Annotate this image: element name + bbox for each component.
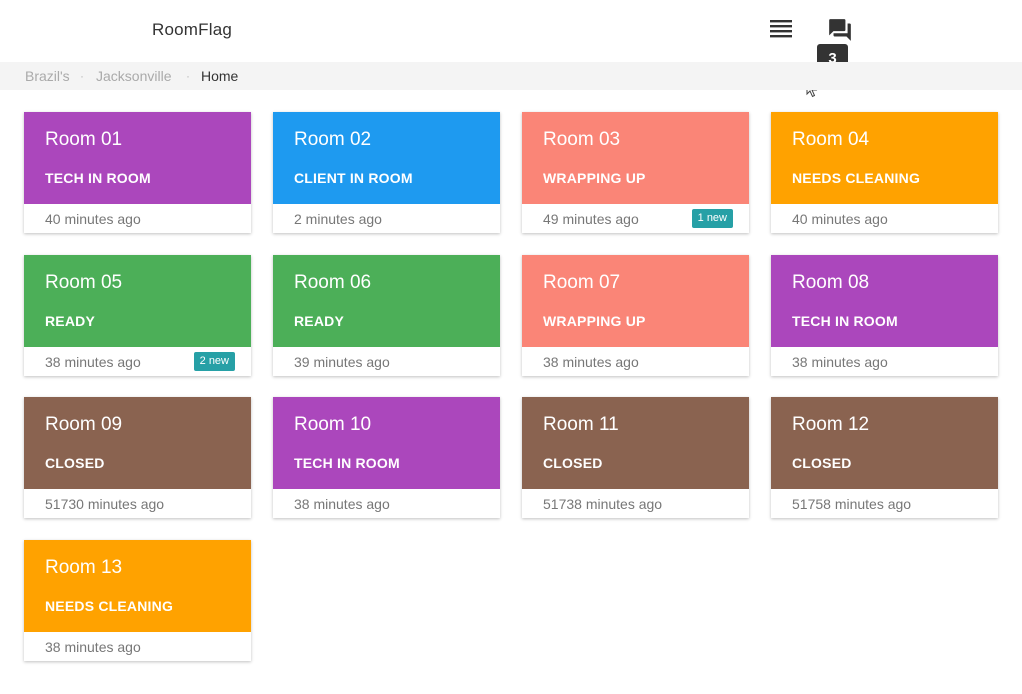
room-card-header: Room 09 CLOSED — [24, 397, 251, 489]
room-card[interactable]: Room 01 TECH IN ROOM 40 minutes ago — [24, 112, 251, 233]
room-card-footer: 38 minutes ago 2 new — [24, 347, 251, 376]
room-status: NEEDS CLEANING — [792, 170, 921, 186]
room-status: READY — [45, 313, 96, 329]
room-time: 51758 minutes ago — [792, 496, 912, 512]
room-card-footer: 2 minutes ago — [273, 204, 500, 233]
room-status: READY — [294, 313, 345, 329]
breadcrumb: Brazil's · Jacksonville · Home — [0, 62, 1022, 90]
room-name: Room 06 — [294, 272, 372, 293]
room-status: CLOSED — [543, 455, 603, 471]
room-status: WRAPPING UP — [543, 170, 646, 186]
room-card-header: Room 05 READY — [24, 255, 251, 347]
room-time: 38 minutes ago — [294, 496, 390, 512]
room-name: Room 13 — [45, 557, 123, 578]
breadcrumb-separator: · — [80, 69, 84, 83]
breadcrumb-item-jacksonville[interactable]: Jacksonville — [96, 62, 171, 90]
room-time: 38 minutes ago — [45, 639, 141, 655]
breadcrumb-separator: · — [186, 69, 190, 83]
room-card[interactable]: Room 10 TECH IN ROOM 38 minutes ago — [273, 397, 500, 518]
room-time: 40 minutes ago — [792, 211, 888, 227]
room-card-header: Room 12 CLOSED — [771, 397, 998, 489]
room-card-header: Room 04 NEEDS CLEANING — [771, 112, 998, 204]
room-card[interactable]: Room 02 CLIENT IN ROOM 2 minutes ago — [273, 112, 500, 233]
room-card-header: Room 13 NEEDS CLEANING — [24, 540, 251, 632]
room-time: 51738 minutes ago — [543, 496, 663, 512]
room-time: 40 minutes ago — [45, 211, 141, 227]
room-card-header: Room 11 CLOSED — [522, 397, 749, 489]
room-status: CLIENT IN ROOM — [294, 170, 413, 186]
room-status: WRAPPING UP — [543, 313, 646, 329]
room-name: Room 01 — [45, 129, 123, 150]
room-name: Room 11 — [543, 414, 619, 435]
room-time: 38 minutes ago — [543, 354, 639, 370]
room-time: 2 minutes ago — [294, 211, 382, 227]
room-card[interactable]: Room 05 READY 38 minutes ago 2 new — [24, 255, 251, 376]
room-name: Room 05 — [45, 272, 123, 293]
room-name: Room 04 — [792, 129, 870, 150]
top-bar: RoomFlag 3 — [0, 0, 1022, 74]
room-name: Room 10 — [294, 414, 372, 435]
app-title: RoomFlag — [152, 20, 233, 39]
new-messages-badge: 1 new — [691, 209, 733, 228]
room-name: Room 03 — [543, 129, 621, 150]
room-time: 38 minutes ago — [45, 354, 141, 370]
room-status: NEEDS CLEANING — [45, 598, 174, 614]
room-time: 38 minutes ago — [792, 354, 888, 370]
room-card-footer: 49 minutes ago 1 new — [522, 204, 749, 233]
room-card[interactable]: Room 09 CLOSED 51730 minutes ago — [24, 397, 251, 518]
room-card-footer: 40 minutes ago — [771, 204, 998, 233]
room-time: 39 minutes ago — [294, 354, 390, 370]
breadcrumb-item-home: Home — [201, 68, 239, 84]
room-card-footer: 40 minutes ago — [24, 204, 251, 233]
room-card-footer: 51738 minutes ago — [522, 489, 749, 518]
forum-icon[interactable] — [827, 17, 853, 43]
room-card[interactable]: Room 11 CLOSED 51738 minutes ago — [522, 397, 749, 518]
room-status: TECH IN ROOM — [792, 313, 898, 329]
room-card-footer: 39 minutes ago — [273, 347, 500, 376]
room-card-footer: 38 minutes ago — [24, 632, 251, 661]
room-status: TECH IN ROOM — [45, 170, 151, 186]
room-card-footer: 38 minutes ago — [273, 489, 500, 518]
room-status: CLOSED — [792, 455, 852, 471]
new-messages-badge: 2 new — [193, 352, 235, 371]
room-name: Room 08 — [792, 272, 870, 293]
room-time: 49 minutes ago — [543, 211, 639, 227]
room-card[interactable]: Room 07 WRAPPING UP 38 minutes ago — [522, 255, 749, 376]
room-card[interactable]: Room 13 NEEDS CLEANING 38 minutes ago — [24, 540, 251, 661]
room-name: Room 09 — [45, 414, 123, 435]
room-card-header: Room 08 TECH IN ROOM — [771, 255, 998, 347]
room-card[interactable]: Room 03 WRAPPING UP 49 minutes ago 1 new — [522, 112, 749, 233]
room-card-header: Room 03 WRAPPING UP — [522, 112, 749, 204]
room-time: 51730 minutes ago — [45, 496, 165, 512]
room-card-footer: 51730 minutes ago — [24, 489, 251, 518]
room-card-header: Room 01 TECH IN ROOM — [24, 112, 251, 204]
breadcrumb-item-brazils[interactable]: Brazil's — [25, 62, 70, 90]
room-card-footer: 38 minutes ago — [771, 347, 998, 376]
room-status: TECH IN ROOM — [294, 455, 400, 471]
room-card-header: Room 02 CLIENT IN ROOM — [273, 112, 500, 204]
room-card[interactable]: Room 08 TECH IN ROOM 38 minutes ago — [771, 255, 998, 376]
room-card[interactable]: Room 06 READY 39 minutes ago — [273, 255, 500, 376]
room-card-footer: 38 minutes ago — [522, 347, 749, 376]
room-status: CLOSED — [45, 455, 105, 471]
room-card-header: Room 06 READY — [273, 255, 500, 347]
room-card[interactable]: Room 12 CLOSED 51758 minutes ago — [771, 397, 998, 518]
room-name: Room 07 — [543, 272, 621, 293]
room-card-footer: 51758 minutes ago — [771, 489, 998, 518]
room-card-header: Room 07 WRAPPING UP — [522, 255, 749, 347]
room-name: Room 12 — [792, 414, 870, 435]
list-icon[interactable] — [770, 20, 792, 38]
room-card-header: Room 10 TECH IN ROOM — [273, 397, 500, 489]
room-name: Room 02 — [294, 129, 372, 150]
room-card[interactable]: Room 04 NEEDS CLEANING 40 minutes ago — [771, 112, 998, 233]
